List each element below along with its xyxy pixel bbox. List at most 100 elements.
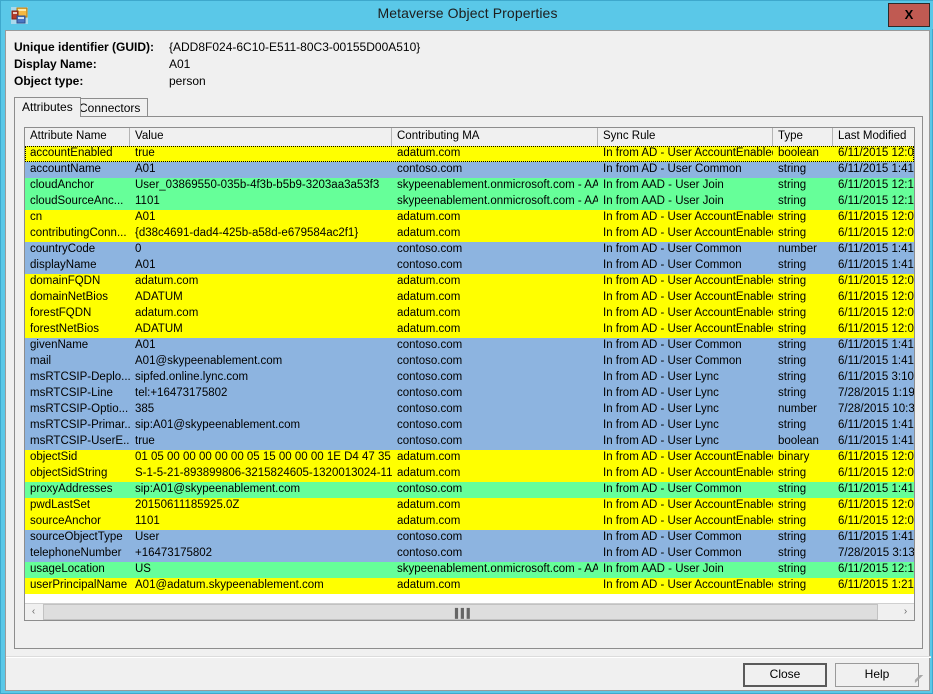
object-info-block: Unique identifier (GUID): {ADD8F024-6C10…: [14, 40, 714, 91]
table-row[interactable]: forestFQDN adatum.com adatum.com In from AD…: [25, 306, 914, 322]
scroll-left-arrow-icon[interactable]: ‹: [25, 604, 42, 620]
table-row[interactable]: msRTCSIP-UserE... true contoso.com In from …: [25, 434, 914, 450]
column-header-sync-rule[interactable]: Sync Rule: [598, 128, 773, 146]
cell-contributing-ma: skypeenablement.onmicrosoft.com - AAD: [397, 563, 598, 575]
cell-value: true: [135, 147, 155, 159]
resize-grip-icon[interactable]: [913, 675, 927, 689]
column-header-contributing-ma[interactable]: Contributing MA: [392, 128, 598, 146]
close-button[interactable]: Close: [743, 663, 827, 687]
table-row[interactable]: msRTCSIP-Line tel:+16473175802 contoso.com…: [25, 386, 914, 402]
table-row[interactable]: proxyAddresses sip:A01@skypeenablement.co…: [25, 482, 914, 498]
table-row[interactable]: cn A01 adatum.com In from AD - User Account…: [25, 210, 914, 226]
tab-panel-attributes: Attribute Name Value Contributing MA Sync R…: [14, 116, 923, 649]
table-row[interactable]: cloudAnchor User_03869550-035b-4f3b-b5b9-…: [25, 178, 914, 194]
guid-row: Unique identifier (GUID): {ADD8F024-6C10…: [14, 40, 714, 57]
footer-divider: [6, 656, 931, 658]
table-row[interactable]: userPrincipalName A01@adatum.skypeenablem…: [25, 578, 914, 594]
cell-attribute-name: sourceAnchor: [30, 515, 101, 527]
cell-attribute-name: msRTCSIP-Optio...: [30, 403, 129, 415]
table-row[interactable]: msRTCSIP-Deplo... sipfed.online.lync.com c…: [25, 370, 914, 386]
cell-contributing-ma: skypeenablement.onmicrosoft.com - AAD: [397, 179, 598, 191]
table-row[interactable]: sourceAnchor 1101 adatum.com In from AD - U…: [25, 514, 914, 530]
table-row[interactable]: displayName A01 contoso.com In from AD - Us…: [25, 258, 914, 274]
cell-last-modified: 6/11/2015 12:1: [838, 195, 914, 207]
table-row[interactable]: givenName A01 contoso.com In from AD - User…: [25, 338, 914, 354]
cell-sync-rule: In from AD - User AccountEnabled: [603, 515, 773, 527]
cell-last-modified: 6/11/2015 12:1: [838, 179, 914, 191]
cell-sync-rule: In from AD - User Common: [603, 483, 742, 495]
table-row[interactable]: forestNetBios ADATUM adatum.com In from AD …: [25, 322, 914, 338]
cell-sync-rule: In from AAD - User Join: [603, 179, 724, 191]
column-header-last-modified[interactable]: Last Modified: [833, 128, 914, 146]
column-header-value[interactable]: Value: [130, 128, 392, 146]
help-button[interactable]: Help: [835, 663, 919, 687]
cell-value: tel:+16473175802: [135, 387, 228, 399]
table-row[interactable]: usageLocation US skypeenablement.onmicroso…: [25, 562, 914, 578]
cell-attribute-name: givenName: [30, 339, 89, 351]
cell-contributing-ma: contoso.com: [397, 339, 463, 351]
scroll-right-arrow-icon[interactable]: ›: [897, 604, 914, 620]
cell-type: string: [778, 195, 807, 207]
cell-sync-rule: In from AD - User AccountEnabled: [603, 227, 773, 239]
table-row[interactable]: objectSidString S-1-5-21-893899806-321582…: [25, 466, 914, 482]
scrollbar-thumb[interactable]: ▐▐▐: [43, 604, 878, 620]
column-header-type[interactable]: Type: [773, 128, 833, 146]
table-row[interactable]: msRTCSIP-Optio... 385 contoso.com In from A…: [25, 402, 914, 418]
cell-sync-rule: In from AD - User Common: [603, 339, 742, 351]
cell-sync-rule: In from AD - User Lync: [603, 419, 719, 431]
attributes-list-view[interactable]: Attribute Name Value Contributing MA Sync R…: [24, 127, 915, 621]
table-row[interactable]: telephoneNumber +16473175802 contoso.com In…: [25, 546, 914, 562]
list-rows: accountEnabled true adatum.com In from AD -…: [25, 146, 914, 603]
cell-value: ADATUM: [135, 323, 183, 335]
cell-sync-rule: In from AD - User AccountEnabled: [603, 147, 773, 159]
cell-contributing-ma: contoso.com: [397, 419, 463, 431]
cell-last-modified: 6/11/2015 1:41: [838, 355, 914, 367]
cell-last-modified: 6/11/2015 12:1: [838, 563, 914, 575]
cell-attribute-name: cn: [30, 211, 43, 223]
cell-contributing-ma: contoso.com: [397, 355, 463, 367]
table-row[interactable]: mail A01@skypeenablement.com contoso.com In…: [25, 354, 914, 370]
table-row[interactable]: cloudSourceAnc... 1101 skypeenablement.onm…: [25, 194, 914, 210]
cell-value: 01 05 00 00 00 00 00 05 15 00 00 00 1E D…: [135, 451, 392, 463]
cell-contributing-ma: contoso.com: [397, 243, 463, 255]
cell-type: string: [778, 531, 807, 543]
cell-sync-rule: In from AD - User Common: [603, 547, 742, 559]
cell-last-modified: 6/11/2015 12:0: [838, 291, 914, 303]
cell-attribute-name: msRTCSIP-Deplo...: [30, 371, 130, 383]
cell-attribute-name: cloudSourceAnc...: [30, 195, 124, 207]
table-row[interactable]: contributingConn... {d38c4691-dad4-425b-a…: [25, 226, 914, 242]
cell-last-modified: 6/11/2015 12:0: [838, 147, 914, 159]
table-row[interactable]: msRTCSIP-Primar... sip:A01@skypeenablemen…: [25, 418, 914, 434]
tab-attributes[interactable]: Attributes: [14, 97, 81, 117]
table-row[interactable]: domainNetBios ADATUM adatum.com In from AD …: [25, 290, 914, 306]
cell-value: true: [135, 435, 155, 447]
close-icon[interactable]: X: [888, 3, 930, 27]
cell-sync-rule: In from AD - User Lync: [603, 435, 719, 447]
cell-attribute-name: accountName: [30, 163, 101, 175]
cell-sync-rule: In from AD - User Common: [603, 355, 742, 367]
cell-value: User: [135, 531, 160, 543]
cell-contributing-ma: contoso.com: [397, 531, 463, 543]
column-header-attribute-name[interactable]: Attribute Name: [25, 128, 130, 146]
cell-last-modified: 7/28/2015 10:3: [838, 403, 914, 415]
cell-attribute-name: objectSid: [30, 451, 78, 463]
cell-contributing-ma: skypeenablement.onmicrosoft.com - AAD: [397, 195, 598, 207]
cell-type: string: [778, 227, 807, 239]
cell-type: string: [778, 371, 807, 383]
tab-connectors[interactable]: Connectors: [71, 98, 149, 117]
cell-contributing-ma: adatum.com: [397, 275, 461, 287]
horizontal-scrollbar[interactable]: ‹ ▐▐▐ ›: [25, 603, 914, 620]
table-row[interactable]: sourceObjectType User contoso.com In from A…: [25, 530, 914, 546]
cell-last-modified: 7/28/2015 1:19: [838, 387, 914, 399]
table-row[interactable]: objectSid 01 05 00 00 00 00 00 05 15 00 0…: [25, 450, 914, 466]
table-row[interactable]: pwdLastSet 20150611185925.0Z adatum.com In …: [25, 498, 914, 514]
table-row[interactable]: accountEnabled true adatum.com In from AD -…: [25, 146, 914, 162]
cell-contributing-ma: contoso.com: [397, 371, 463, 383]
table-row[interactable]: accountName A01 contoso.com In from AD - Us…: [25, 162, 914, 178]
cell-attribute-name: domainFQDN: [30, 275, 101, 287]
cell-contributing-ma: adatum.com: [397, 291, 461, 303]
table-row[interactable]: countryCode 0 contoso.com In from AD - User…: [25, 242, 914, 258]
cell-value: 1101: [135, 195, 160, 207]
cell-sync-rule: In from AD - User AccountEnabled: [603, 579, 773, 591]
table-row[interactable]: domainFQDN adatum.com adatum.com In from AD…: [25, 274, 914, 290]
